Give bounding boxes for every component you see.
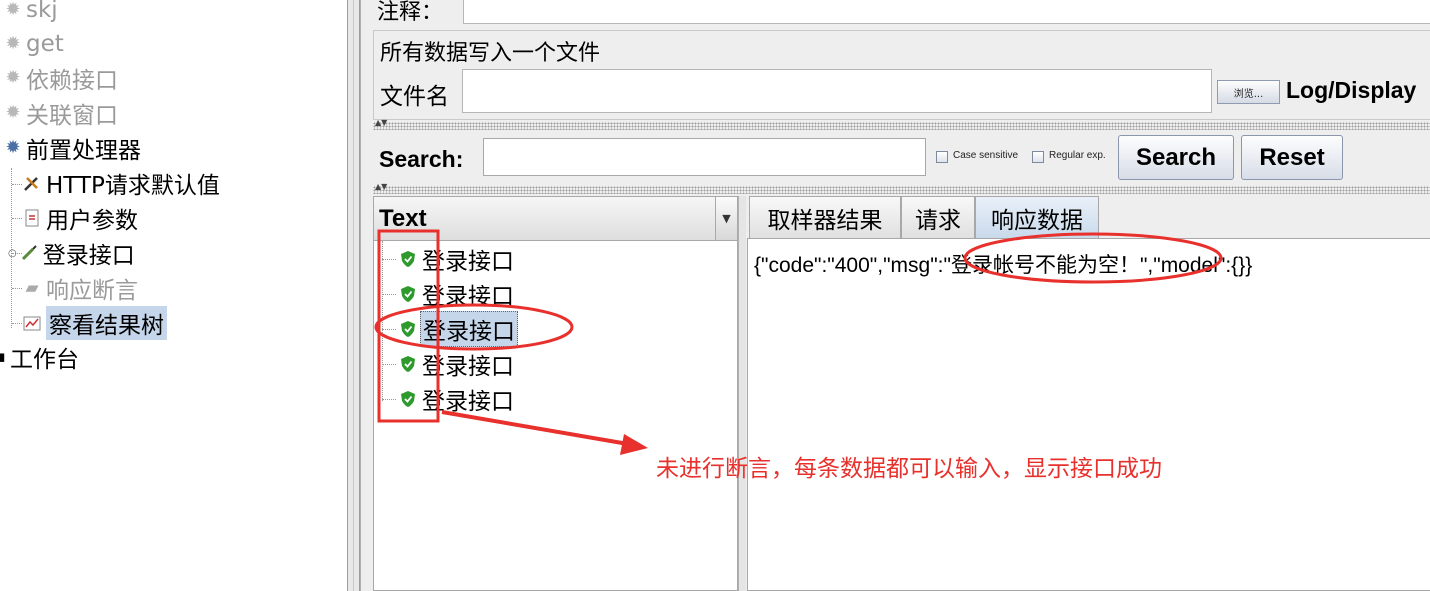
tree-item-preprocessor[interactable]: ✹ 前置处理器 [4,131,141,165]
tree-item-dependency[interactable]: ✹ 依赖接口 [4,61,118,95]
file-name-input[interactable] [462,69,1212,113]
gear-icon: ✹ [5,67,21,88]
result-item-label: 登录接口 [422,354,514,380]
renderer-select[interactable]: Text ▼ [374,197,737,241]
comment-label: 注释： [377,0,444,25]
chevron-down-icon[interactable]: ▼ [715,197,737,240]
case-sensitive-label: Case sensitive [953,150,1019,161]
tree-item-skj[interactable]: ✹ skj [4,0,58,27]
tree-item-user-params[interactable]: 用户参数 [22,201,138,235]
success-shield-icon [401,286,415,302]
tab-response-data[interactable]: 响应数据 [975,196,1099,238]
browse-button[interactable]: 浏览... [1217,80,1280,104]
search-label: Search: [379,146,464,172]
search-input[interactable] [483,138,926,176]
regular-exp-checkbox[interactable] [1032,151,1044,163]
success-shield-icon [401,251,415,267]
search-button[interactable]: Search [1118,135,1234,180]
tree-item-label: HTTP请求默认值 [46,173,220,199]
response-data-panel: {"code":"400","msg":"登录帐号不能为空！","model":… [747,238,1430,591]
tree-item-label: skj [26,0,58,23]
results-list: Text ▼ 登录接口 登录接口 登录接口 登录接口 登录接口 [373,196,738,591]
tree-item-label: 前置处理器 [26,138,141,164]
regular-exp-label: Regular exp. [1049,150,1106,161]
expand-handle-icon[interactable]: ○ [8,248,17,259]
result-item[interactable]: 登录接口 [374,277,516,311]
renderer-value: Text [379,205,427,232]
tree-item-label: 察看结果树 [46,306,167,340]
tree-connector [12,218,22,219]
result-item-selected[interactable]: 登录接口 [374,311,518,347]
tree-item-association[interactable]: ✹ 关联窗口 [4,96,118,130]
view-results-tree-panel: 注释： 所有数据写入一个文件 文件名 浏览... Log/Display ▲▼ … [360,0,1430,591]
tree-item-label: 登录接口 [42,243,135,269]
tree-item-workbench[interactable]: ▪ 工作台 [0,340,79,374]
annotation-text: 未进行断言，每条数据都可以输入，显示接口成功 [656,456,1162,482]
tree-item-label: 工作台 [10,347,79,373]
result-item-label: 登录接口 [422,389,514,415]
result-item-label: 登录接口 [422,249,514,275]
search-row: Search: Case sensitive Regular exp. Sear… [373,130,1430,184]
result-item-label: 登录接口 [420,311,518,347]
success-shield-icon [401,321,415,337]
tree-item-http-defaults[interactable]: HTTP请求默认值 [22,166,220,200]
tree-item-get[interactable]: ✹ get [4,27,64,61]
workbench-icon: ▪ [0,347,6,367]
wrench-icon [22,173,42,193]
gear-icon: ✹ [5,137,21,158]
result-item[interactable]: 登录接口 [374,382,516,416]
file-group-title: 所有数据写入一个文件 [380,35,605,67]
success-shield-icon [401,356,415,372]
collapse-arrows-icon[interactable]: ▲▼ [375,118,387,127]
tree-item-label: get [26,31,64,57]
document-icon [22,208,42,228]
comment-input[interactable] [463,0,1430,24]
assertion-icon: ▰ [25,278,39,298]
test-plan-tree: ✹ skj ✹ get ✹ 依赖接口 ✹ 关联窗口 ✹ 前置处理器 HTTP请求… [0,0,347,591]
case-sensitive-checkbox[interactable] [936,151,948,163]
tree-connector [12,288,22,289]
result-tabs: 取样器结果 请求 响应数据 {"code":"400","msg":"登录帐号不… [747,196,1430,591]
tree-item-label: 用户参数 [46,208,138,234]
gear-icon: ✹ [5,33,21,54]
write-to-file-group: 所有数据写入一个文件 文件名 浏览... Log/Display [373,30,1430,120]
tree-item-label: 关联窗口 [26,103,118,129]
divider[interactable] [373,122,1430,130]
reset-button[interactable]: Reset [1241,135,1343,180]
result-item[interactable]: 登录接口 [374,242,516,276]
comment-row: 注释： [371,0,1430,26]
gear-icon: ✹ [5,102,21,123]
result-item-label: 登录接口 [422,284,514,310]
response-body-text[interactable]: {"code":"400","msg":"登录帐号不能为空！","model":… [754,249,1252,279]
tab-request[interactable]: 请求 [901,196,975,238]
tree-item-view-results[interactable]: 察看结果树 [22,306,167,340]
tree-item-label: 依赖接口 [26,68,118,94]
tab-sampler-result[interactable]: 取样器结果 [749,196,901,238]
pen-icon [19,243,39,263]
tree-item-label: 响应断言 [46,278,138,304]
tree-item-response-assertion[interactable]: ▰ 响应断言 [22,271,138,305]
results-splitter[interactable] [738,196,746,591]
main-splitter[interactable] [347,0,360,591]
tree-connector [12,184,22,185]
gear-icon: ✹ [5,0,21,20]
collapse-arrows-icon[interactable]: ▲▼ [375,182,387,191]
file-name-label: 文件名 [380,84,449,110]
log-display-label: Log/Display [1286,77,1417,103]
success-shield-icon [401,391,415,407]
divider[interactable] [373,186,1430,194]
tree-connector [12,323,22,324]
chart-icon [22,313,42,333]
result-item[interactable]: 登录接口 [374,347,516,381]
tree-item-login[interactable]: ○ 登录接口 [8,236,135,270]
